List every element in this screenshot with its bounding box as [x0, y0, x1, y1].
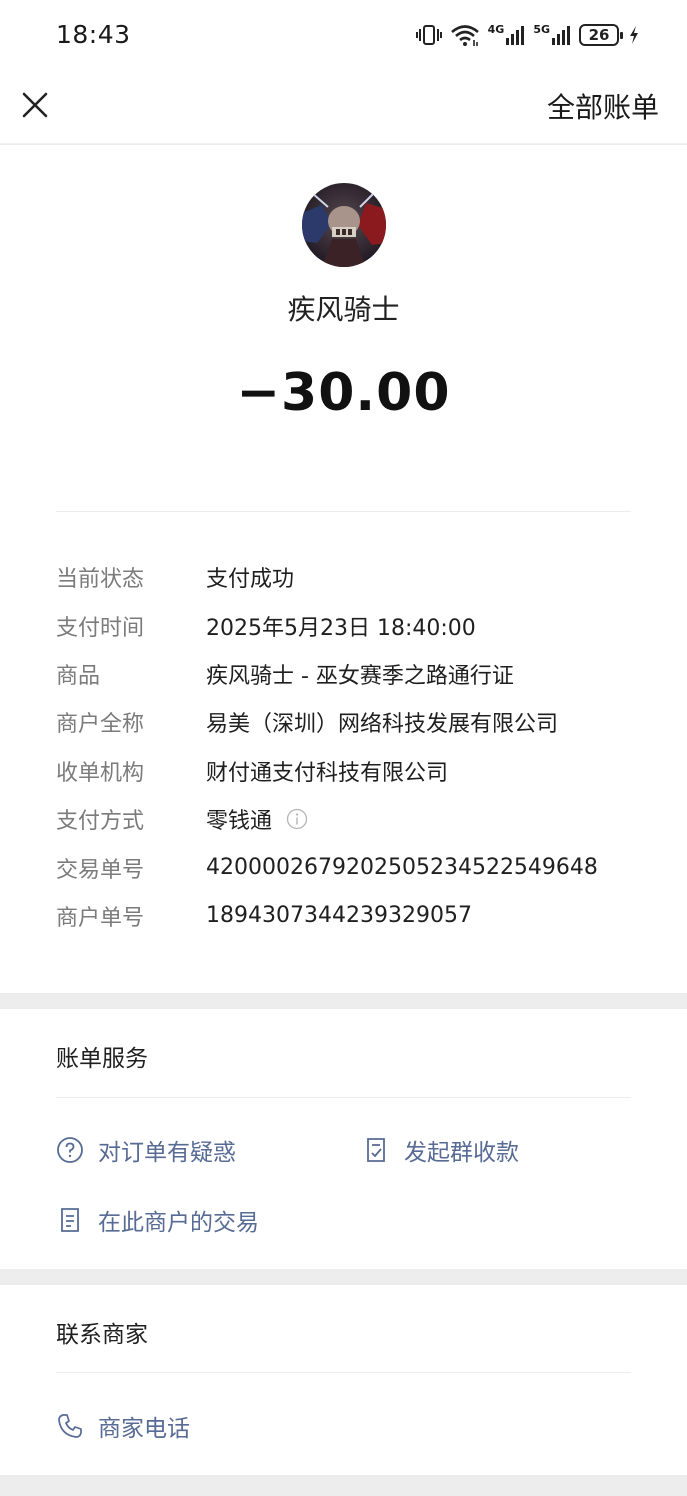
detail-value: 财付通支付科技有限公司	[206, 760, 449, 786]
wifi-icon	[450, 23, 480, 47]
question-order-link[interactable]: 对订单有疑惑	[56, 1133, 236, 1167]
receipt-check-icon	[362, 1136, 390, 1164]
merchant-name: 疾风骑士	[287, 293, 400, 326]
detail-value: 零钱通	[206, 809, 273, 835]
merchant-avatar	[302, 183, 386, 267]
detail-row-payment-method: 支付方式 零钱通	[56, 795, 646, 843]
detail-row-product: 商品 疾风骑士 - 巫女赛季之路通行证	[56, 650, 646, 698]
detail-row-merchant-order-no: 商户单号 1894307344239329057	[56, 892, 646, 940]
transaction-card: 疾风骑士 −30.00 当前状态 支付成功 支付时间 2025年5月23日 18…	[0, 145, 687, 993]
contact-merchant-title: 联系商家	[56, 1322, 148, 1348]
vibrate-icon	[415, 23, 442, 47]
detail-value: 1894307344239329057	[206, 903, 472, 929]
merchant-phone-link[interactable]: 商家电话	[56, 1409, 190, 1443]
detail-label: 支付方式	[56, 809, 145, 835]
phone-icon	[56, 1412, 84, 1440]
detail-value-wrap: 零钱通	[206, 803, 308, 835]
merchant-phone-label: 商家电话	[98, 1416, 190, 1442]
divider	[56, 1097, 631, 1098]
detail-value: 4200002679202505234522549648	[206, 855, 598, 881]
divider	[56, 511, 631, 512]
close-icon[interactable]	[18, 88, 52, 122]
info-icon[interactable]	[286, 808, 308, 830]
group-collect-link[interactable]: 发起群收款	[362, 1133, 519, 1167]
detail-row-transaction-no: 交易单号 4200002679202505234522549648	[56, 843, 646, 891]
detail-row-time: 支付时间 2025年5月23日 18:40:00	[56, 601, 646, 649]
question-circle-icon	[56, 1136, 84, 1164]
detail-list: 当前状态 支付成功 支付时间 2025年5月23日 18:40:00 商品 疾风…	[56, 553, 646, 940]
charging-icon	[629, 25, 639, 45]
detail-label: 当前状态	[56, 567, 145, 593]
detail-label: 商户全称	[56, 712, 145, 738]
detail-label: 收单机构	[56, 760, 145, 786]
group-collect-label: 发起群收款	[404, 1140, 519, 1166]
nav-bar: 全部账单	[0, 70, 687, 144]
detail-row-status: 当前状态 支付成功	[56, 553, 646, 601]
detail-label: 商品	[56, 663, 101, 689]
detail-label: 交易单号	[56, 857, 145, 883]
all-bills-button[interactable]: 全部账单	[547, 86, 659, 126]
detail-value: 2025年5月23日 18:40:00	[206, 615, 476, 641]
network-4g-label: 4G	[487, 23, 505, 36]
detail-value: 易美（深圳）网络科技发展有限公司	[206, 712, 559, 738]
contact-merchant-card: 联系商家 商家电话	[0, 1285, 687, 1475]
status-bar: 18:43 4G 5G 26	[0, 0, 687, 70]
question-order-label: 对订单有疑惑	[98, 1140, 236, 1166]
detail-label: 商户单号	[56, 905, 145, 931]
merchant-transactions-label: 在此商户的交易	[98, 1210, 259, 1236]
detail-label: 支付时间	[56, 615, 145, 641]
detail-value: 支付成功	[206, 567, 295, 593]
network-5g-label: 5G	[533, 23, 550, 36]
detail-value: 疾风骑士 - 巫女赛季之路通行证	[206, 663, 514, 689]
signal-5g-icon: 5G	[533, 24, 571, 46]
detail-row-merchant-full-name: 商户全称 易美（深圳）网络科技发展有限公司	[56, 698, 646, 746]
signal-4g-icon: 4G	[488, 24, 526, 46]
bill-service-title: 账单服务	[56, 1046, 148, 1072]
detail-row-acquirer: 收单机构 财付通支付科技有限公司	[56, 747, 646, 795]
battery-icon: 26	[579, 24, 623, 46]
document-icon	[56, 1206, 84, 1234]
merchant-transactions-link[interactable]: 在此商户的交易	[56, 1203, 259, 1237]
transaction-amount: −30.00	[236, 363, 451, 423]
divider	[56, 1372, 631, 1373]
status-icons: 4G 5G 26	[415, 22, 639, 48]
bill-service-card: 账单服务 对订单有疑惑 发起群收款 在此商户的交易	[0, 1009, 687, 1269]
status-time: 18:43	[56, 20, 131, 49]
